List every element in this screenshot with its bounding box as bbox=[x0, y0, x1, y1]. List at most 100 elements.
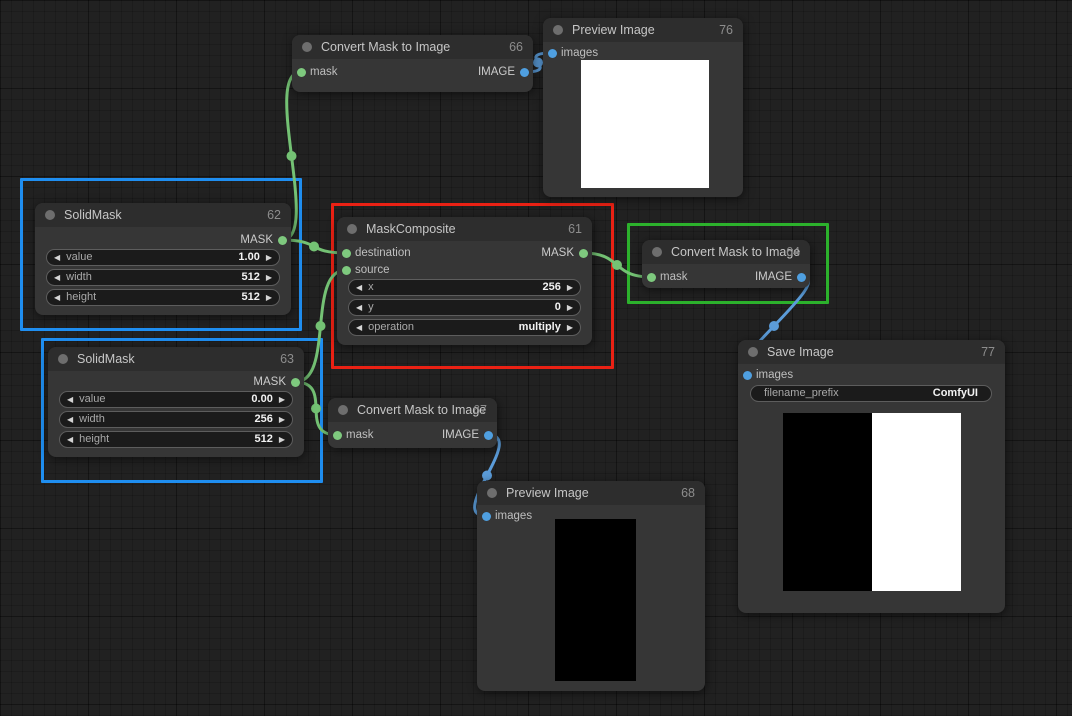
decrement-arrow-icon[interactable]: ◀ bbox=[356, 300, 362, 315]
decrement-arrow-icon[interactable]: ◀ bbox=[67, 432, 73, 447]
input-port-label: images bbox=[561, 45, 598, 61]
node-title: Convert Mask to Image bbox=[357, 403, 473, 417]
output-port-image[interactable] bbox=[520, 68, 529, 77]
widget-label: y bbox=[368, 301, 374, 313]
output-port-label: IMAGE bbox=[442, 427, 479, 443]
node-title: Save Image bbox=[767, 345, 834, 359]
node-title: Convert Mask to Image bbox=[671, 245, 786, 259]
node-titlebar[interactable]: Preview Image76 bbox=[543, 18, 743, 42]
node-graph-canvas[interactable]: Convert Mask to Image66maskIMAGEPreview … bbox=[0, 0, 1072, 716]
widget-width[interactable]: ◀width256▶ bbox=[59, 411, 293, 428]
collapse-dot-icon[interactable] bbox=[487, 488, 497, 498]
increment-arrow-icon[interactable]: ▶ bbox=[279, 432, 285, 447]
widget-width[interactable]: ◀width512▶ bbox=[46, 269, 280, 286]
input-port-images[interactable] bbox=[548, 49, 557, 58]
input-port-destination[interactable] bbox=[342, 249, 351, 258]
node-titlebar[interactable]: Convert Mask to Image66 bbox=[292, 35, 533, 59]
widget-value: 1.00 bbox=[238, 251, 259, 263]
node-solidmask-63[interactable]: SolidMask63MASK◀value0.00▶◀width256▶◀hei… bbox=[48, 347, 304, 457]
widget-value: 512 bbox=[241, 271, 259, 283]
link-midpoint-handle[interactable] bbox=[287, 151, 297, 161]
collapse-dot-icon[interactable] bbox=[338, 405, 348, 415]
output-port-label: IMAGE bbox=[755, 269, 792, 285]
increment-arrow-icon[interactable]: ▶ bbox=[567, 280, 573, 295]
output-port-image[interactable] bbox=[797, 273, 806, 282]
widget-operation[interactable]: ◀ operation multiply ▶ bbox=[348, 319, 581, 336]
link-midpoint-handle[interactable] bbox=[769, 321, 779, 331]
link-midpoint-handle[interactable] bbox=[533, 58, 543, 68]
output-port-mask[interactable] bbox=[278, 236, 287, 245]
decrement-arrow-icon[interactable]: ◀ bbox=[356, 320, 362, 335]
node-titlebar[interactable]: MaskComposite61 bbox=[337, 217, 592, 241]
widget-label: height bbox=[79, 433, 109, 445]
link-midpoint-handle[interactable] bbox=[309, 242, 319, 252]
increment-arrow-icon[interactable]: ▶ bbox=[266, 290, 272, 305]
decrement-arrow-icon[interactable]: ◀ bbox=[67, 412, 73, 427]
increment-arrow-icon[interactable]: ▶ bbox=[279, 392, 285, 407]
node-maskcomposite-61[interactable]: MaskComposite61destinationsourceMASK◀x25… bbox=[337, 217, 592, 345]
widget-filename-prefix[interactable]: filename_prefixComfyUI bbox=[750, 385, 992, 402]
increment-arrow-icon[interactable]: ▶ bbox=[266, 250, 272, 265]
increment-arrow-icon[interactable]: ▶ bbox=[266, 270, 272, 285]
output-port-mask[interactable] bbox=[579, 249, 588, 258]
input-port-images[interactable] bbox=[743, 371, 752, 380]
collapse-dot-icon[interactable] bbox=[45, 210, 55, 220]
node-titlebar[interactable]: Convert Mask to Image67 bbox=[328, 398, 497, 422]
decrement-arrow-icon[interactable]: ◀ bbox=[356, 280, 362, 295]
preview-image-white bbox=[581, 60, 709, 188]
widget-value[interactable]: ◀value0.00▶ bbox=[59, 391, 293, 408]
widget-x[interactable]: ◀x256▶ bbox=[348, 279, 581, 296]
node-save-image-77[interactable]: Save Image77imagesfilename_prefixComfyUI bbox=[738, 340, 1005, 613]
collapse-dot-icon[interactable] bbox=[553, 25, 563, 35]
widget-height[interactable]: ◀height512▶ bbox=[46, 289, 280, 306]
node-id-badge: 63 bbox=[280, 352, 304, 366]
node-title: SolidMask bbox=[64, 208, 122, 222]
decrement-arrow-icon[interactable]: ◀ bbox=[54, 270, 60, 285]
input-port-label: destination bbox=[355, 245, 411, 261]
node-titlebar[interactable]: Convert Mask to Image64 bbox=[642, 240, 810, 264]
increment-arrow-icon[interactable]: ▶ bbox=[279, 412, 285, 427]
node-preview-image-76[interactable]: Preview Image76 images bbox=[543, 18, 743, 197]
input-port-label: images bbox=[495, 508, 532, 524]
node-convert-mask-to-image-66[interactable]: Convert Mask to Image66maskIMAGE bbox=[292, 35, 533, 92]
input-port-images[interactable] bbox=[482, 512, 491, 521]
collapse-dot-icon[interactable] bbox=[748, 347, 758, 357]
node-solidmask-62[interactable]: SolidMask62MASK◀value1.00▶◀width512▶◀hei… bbox=[35, 203, 291, 315]
decrement-arrow-icon[interactable]: ◀ bbox=[54, 250, 60, 265]
output-port-image[interactable] bbox=[484, 431, 493, 440]
widget-label: operation bbox=[368, 321, 414, 333]
node-titlebar[interactable]: Save Image77 bbox=[738, 340, 1005, 364]
node-titlebar[interactable]: SolidMask62 bbox=[35, 203, 291, 227]
link-midpoint-handle[interactable] bbox=[316, 321, 326, 331]
link-midpoint-handle[interactable] bbox=[482, 471, 492, 481]
input-port-label: mask bbox=[346, 427, 373, 443]
collapse-dot-icon[interactable] bbox=[302, 42, 312, 52]
collapse-dot-icon[interactable] bbox=[58, 354, 68, 364]
widget-label: x bbox=[368, 281, 374, 293]
input-port-mask[interactable] bbox=[297, 68, 306, 77]
node-title: Convert Mask to Image bbox=[321, 40, 450, 54]
decrement-arrow-icon[interactable]: ◀ bbox=[54, 290, 60, 305]
node-titlebar[interactable]: SolidMask63 bbox=[48, 347, 304, 371]
decrement-arrow-icon[interactable]: ◀ bbox=[67, 392, 73, 407]
node-id-badge: 67 bbox=[473, 403, 497, 417]
widget-value[interactable]: ◀ value 1.00 ▶ bbox=[46, 249, 280, 266]
node-preview-image-68[interactable]: Preview Image68 images bbox=[477, 481, 705, 691]
widget-label: value bbox=[66, 251, 92, 263]
input-port-mask[interactable] bbox=[647, 273, 656, 282]
input-port-mask[interactable] bbox=[333, 431, 342, 440]
increment-arrow-icon[interactable]: ▶ bbox=[567, 300, 573, 315]
widget-label: height bbox=[66, 291, 96, 303]
widget-y[interactable]: ◀y0▶ bbox=[348, 299, 581, 316]
increment-arrow-icon[interactable]: ▶ bbox=[567, 320, 573, 335]
collapse-dot-icon[interactable] bbox=[347, 224, 357, 234]
output-port-label: MASK bbox=[240, 232, 273, 248]
output-port-mask[interactable] bbox=[291, 378, 300, 387]
widget-value: multiply bbox=[519, 321, 561, 333]
node-convert-mask-to-image-64[interactable]: Convert Mask to Image64maskIMAGE bbox=[642, 240, 810, 288]
node-convert-mask-to-image-67[interactable]: Convert Mask to Image67 mask IMAGE bbox=[328, 398, 497, 448]
input-port-source[interactable] bbox=[342, 266, 351, 275]
collapse-dot-icon[interactable] bbox=[652, 247, 662, 257]
widget-height[interactable]: ◀height512▶ bbox=[59, 431, 293, 448]
node-titlebar[interactable]: Preview Image68 bbox=[477, 481, 705, 505]
